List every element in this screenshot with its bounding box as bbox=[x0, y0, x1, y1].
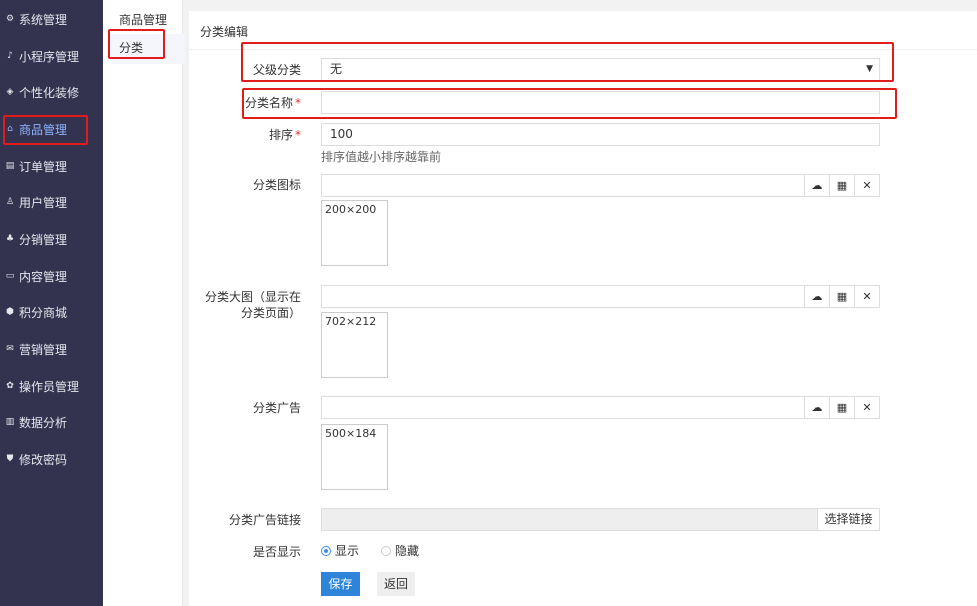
goods-icon: ⌂ bbox=[7, 124, 13, 134]
sidebar-item-goods[interactable]: ⌂ 商品管理 bbox=[0, 111, 103, 147]
radio-hide[interactable]: 隐藏 bbox=[381, 542, 419, 559]
ad-label: 分类广告 bbox=[252, 401, 301, 415]
parent-category-value: 无 bbox=[330, 62, 343, 76]
category-icon-label: 分类图标 bbox=[252, 178, 301, 192]
divider bbox=[189, 49, 977, 50]
show-label: 是否显示 bbox=[252, 545, 301, 559]
sidebar-item-label: 分销管理 bbox=[19, 232, 68, 247]
sidebar-item-password[interactable]: ⛊ 修改密码 bbox=[0, 441, 103, 477]
operator-icon: ✿ bbox=[6, 381, 14, 391]
required-mark: * bbox=[295, 96, 301, 110]
ad-preview: 500×184 bbox=[321, 424, 388, 490]
content-icon: ▭ bbox=[5, 271, 15, 281]
sidebar-item-label: 系统管理 bbox=[19, 12, 68, 27]
radio-show[interactable]: 显示 bbox=[321, 542, 359, 559]
distribution-icon: ♣ bbox=[5, 234, 15, 244]
shield-icon: ⛊ bbox=[6, 454, 14, 464]
caret-down-icon: ▼ bbox=[866, 64, 873, 74]
sort-hint: 排序值越小排序越靠前 bbox=[321, 150, 442, 164]
category-name-input[interactable] bbox=[321, 91, 880, 114]
category-name-label: 分类名称 * bbox=[244, 96, 301, 110]
sort-input[interactable]: 100 bbox=[321, 123, 880, 146]
sub-navigation: 商品管理 分类 bbox=[103, 0, 185, 606]
sidebar-item-label: 用户管理 bbox=[19, 195, 68, 210]
category-icon-upload[interactable]: ☁ ▦ ✕ bbox=[321, 174, 880, 197]
cloud-upload-icon[interactable]: ☁ bbox=[804, 286, 829, 307]
sidebar-item-order[interactable]: ▤ 订单管理 bbox=[0, 148, 103, 184]
radio-unchecked-icon bbox=[381, 545, 391, 556]
parent-category-label: 父级分类 bbox=[252, 63, 301, 77]
points-mall-icon: ⬢ bbox=[6, 307, 14, 317]
decoration-icon: ◈ bbox=[6, 87, 14, 97]
sort-label: 排序 * bbox=[268, 128, 301, 142]
sidebar-item-label: 个性化装修 bbox=[19, 85, 80, 100]
select-link-button[interactable]: 选择链接 bbox=[817, 508, 880, 531]
sidebar-item-marketing[interactable]: ✉ 营销管理 bbox=[0, 331, 103, 367]
back-button[interactable]: 返回 bbox=[377, 572, 415, 596]
order-icon: ▤ bbox=[5, 161, 15, 171]
parent-category-select[interactable]: 无 ▼ bbox=[321, 58, 880, 81]
sidebar-item-operator[interactable]: ✿ 操作员管理 bbox=[0, 368, 103, 404]
close-icon[interactable]: ✕ bbox=[854, 175, 879, 196]
panel-title: 分类编辑 bbox=[200, 25, 249, 39]
sidebar-item-label: 商品管理 bbox=[19, 122, 68, 137]
sidebar-item-points-mall[interactable]: ⬢ 积分商城 bbox=[0, 294, 103, 330]
sidebar-item-mini-program[interactable]: ♪ 小程序管理 bbox=[0, 38, 103, 74]
big-image-preview: 702×212 bbox=[321, 312, 388, 378]
grid-icon[interactable]: ▦ bbox=[829, 397, 854, 418]
mini-program-icon: ♪ bbox=[7, 51, 13, 61]
gear-icon: ⚙ bbox=[5, 14, 15, 24]
grid-icon[interactable]: ▦ bbox=[829, 175, 854, 196]
category-edit-panel: 分类编辑 父级分类 无 ▼ 分类名称 * 排序 * 100 排序值越小排序越靠前 分… bbox=[189, 11, 977, 606]
sidebar-item-content[interactable]: ▭ 内容管理 bbox=[0, 258, 103, 294]
sidebar-item-label: 内容管理 bbox=[19, 269, 68, 284]
big-image-label: 分类大图（显示在 分类页面） bbox=[204, 290, 301, 320]
sidebar-item-analytics[interactable]: ▥ 数据分析 bbox=[0, 404, 103, 440]
user-icon: ♙ bbox=[5, 197, 15, 207]
radio-checked-icon bbox=[321, 545, 331, 556]
category-icon-preview: 200×200 bbox=[321, 200, 388, 266]
sidebar-item-label: 数据分析 bbox=[19, 415, 68, 430]
sidebar-item-label: 积分商城 bbox=[19, 305, 68, 320]
sidebar-item-label: 小程序管理 bbox=[19, 49, 80, 64]
marketing-icon: ✉ bbox=[6, 344, 14, 354]
sidebar-item-decoration[interactable]: ◈ 个性化装修 bbox=[0, 74, 103, 110]
sidebar-item-system[interactable]: ⚙ 系统管理 bbox=[0, 1, 103, 37]
save-button[interactable]: 保存 bbox=[321, 572, 360, 596]
sidebar-item-label: 订单管理 bbox=[19, 159, 68, 174]
grid-icon[interactable]: ▦ bbox=[829, 286, 854, 307]
big-image-upload[interactable]: ☁ ▦ ✕ bbox=[321, 285, 880, 308]
subnav-item-category[interactable]: 分类 bbox=[111, 34, 185, 64]
cloud-upload-icon[interactable]: ☁ bbox=[804, 175, 829, 196]
close-icon[interactable]: ✕ bbox=[854, 397, 879, 418]
sidebar-item-distribution[interactable]: ♣ 分销管理 bbox=[0, 221, 103, 257]
sidebar: ⚙ 系统管理 ♪ 小程序管理 ◈ 个性化装修 ⌂ 商品管理 ▤ 订单管理 ♙ 用户管理 ♣ 分… bbox=[0, 0, 103, 606]
required-mark: * bbox=[295, 128, 301, 142]
ad-upload[interactable]: ☁ ▦ ✕ bbox=[321, 396, 880, 419]
cloud-upload-icon[interactable]: ☁ bbox=[804, 397, 829, 418]
ad-link-input[interactable] bbox=[321, 508, 818, 531]
sidebar-item-user[interactable]: ♙ 用户管理 bbox=[0, 184, 103, 220]
sidebar-item-label: 营销管理 bbox=[19, 342, 68, 357]
close-icon[interactable]: ✕ bbox=[854, 286, 879, 307]
sidebar-item-label: 操作员管理 bbox=[19, 379, 80, 394]
chart-icon: ▥ bbox=[5, 417, 15, 427]
subnav-title: 商品管理 bbox=[119, 13, 168, 27]
sidebar-item-label: 修改密码 bbox=[19, 452, 68, 467]
ad-link-label: 分类广告链接 bbox=[228, 513, 301, 527]
